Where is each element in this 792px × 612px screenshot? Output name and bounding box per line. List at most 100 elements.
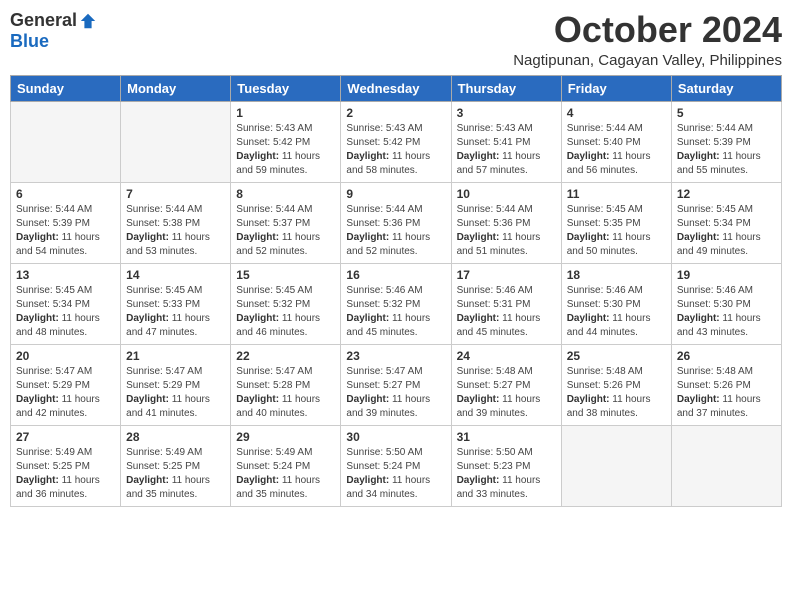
calendar-cell: 5Sunrise: 5:44 AMSunset: 5:39 PMDaylight…: [671, 101, 781, 182]
sunrise-text: Sunrise: 5:44 AM: [16, 203, 115, 217]
logo-general: General: [10, 10, 77, 31]
daylight-text: Daylight: 11 hours and 53 minutes.: [126, 231, 225, 259]
day-number: 20: [16, 349, 115, 363]
day-number: 16: [346, 268, 445, 282]
sunrise-text: Sunrise: 5:44 AM: [346, 203, 445, 217]
sunset-text: Sunset: 5:26 PM: [567, 379, 666, 393]
day-number: 14: [126, 268, 225, 282]
daylight-text: Daylight: 11 hours and 34 minutes.: [346, 474, 445, 502]
calendar-cell: 11Sunrise: 5:45 AMSunset: 5:35 PMDayligh…: [561, 182, 671, 263]
calendar-cell: 22Sunrise: 5:47 AMSunset: 5:28 PMDayligh…: [231, 344, 341, 425]
calendar-cell: 2 Sunrise: 5:43 AMSunset: 5:42 PMDaylight…: [341, 101, 451, 182]
sunset-text: Sunset: 5:39 PM: [677, 136, 776, 150]
calendar-cell: 31Sunrise: 5:50 AMSunset: 5:23 PMDayligh…: [451, 425, 561, 506]
calendar-cell: 19Sunrise: 5:46 AMSunset: 5:30 PMDayligh…: [671, 263, 781, 344]
calendar-cell: 10 Sunrise: 5:44 AMSunset: 5:36 PMDayligh…: [451, 182, 561, 263]
calendar-cell: 29Sunrise: 5:49 AMSunset: 5:24 PMDayligh…: [231, 425, 341, 506]
daylight-text: Daylight: 11 hours and 48 minutes.: [16, 312, 115, 340]
day-number: 13: [16, 268, 115, 282]
daylight-text: Daylight: 11 hours and 43 minutes.: [677, 312, 776, 340]
daylight-text: Daylight: 11 hours and 57 minutes.: [457, 150, 556, 178]
day-number: 8: [236, 187, 335, 201]
logo-blue: Blue: [10, 31, 49, 51]
sunset-text: Sunset: 5:26 PM: [677, 379, 776, 393]
sunset-text: Sunset: 5:24 PM: [346, 460, 445, 474]
calendar-cell: 17 Sunrise: 5:46 AMSunset: 5:31 PMDayligh…: [451, 263, 561, 344]
cell-info: Sunrise: 5:47 AMSunset: 5:29 PMDaylight:…: [126, 365, 225, 421]
day-number: 2: [346, 106, 445, 120]
sunrise-text: Sunrise: 5:49 AM: [16, 446, 115, 460]
day-number: 21: [126, 349, 225, 363]
calendar-cell: 21 Sunrise: 5:47 AMSunset: 5:29 PMDayligh…: [121, 344, 231, 425]
day-number: 15: [236, 268, 335, 282]
sunrise-text: Sunrise: 5:50 AM: [346, 446, 445, 460]
daylight-text: Daylight: 11 hours and 49 minutes.: [677, 231, 776, 259]
daylight-text: Daylight: 11 hours and 40 minutes.: [236, 393, 335, 421]
daylight-text: Daylight: 11 hours and 52 minutes.: [236, 231, 335, 259]
sunrise-text: Sunrise: 5:44 AM: [236, 203, 335, 217]
daylight-text: Daylight: 11 hours and 54 minutes.: [16, 231, 115, 259]
cell-info: Sunrise: 5:46 AMSunset: 5:30 PMDaylight:…: [677, 284, 776, 340]
header-thursday: Thursday: [451, 75, 561, 101]
day-number: 6: [16, 187, 115, 201]
daylight-text: Daylight: 11 hours and 55 minutes.: [677, 150, 776, 178]
sunset-text: Sunset: 5:27 PM: [346, 379, 445, 393]
sunset-text: Sunset: 5:42 PM: [236, 136, 335, 150]
sunset-text: Sunset: 5:25 PM: [16, 460, 115, 474]
cell-info: Sunrise: 5:44 AMSunset: 5:38 PMDaylight:…: [126, 203, 225, 259]
calendar-cell: 28Sunrise: 5:49 AMSunset: 5:25 PMDayligh…: [121, 425, 231, 506]
sunrise-text: Sunrise: 5:47 AM: [16, 365, 115, 379]
sunrise-text: Sunrise: 5:44 AM: [457, 203, 556, 217]
cell-info: Sunrise: 5:47 AMSunset: 5:27 PMDaylight:…: [346, 365, 445, 421]
sunset-text: Sunset: 5:25 PM: [126, 460, 225, 474]
sunrise-text: Sunrise: 5:45 AM: [677, 203, 776, 217]
sunset-text: Sunset: 5:28 PM: [236, 379, 335, 393]
sunset-text: Sunset: 5:30 PM: [677, 298, 776, 312]
sunrise-text: Sunrise: 5:49 AM: [236, 446, 335, 460]
day-number: 26: [677, 349, 776, 363]
sunset-text: Sunset: 5:23 PM: [457, 460, 556, 474]
daylight-text: Daylight: 11 hours and 52 minutes.: [346, 231, 445, 259]
cell-info: Sunrise: 5:49 AMSunset: 5:25 PMDaylight:…: [126, 446, 225, 502]
daylight-text: Daylight: 11 hours and 59 minutes.: [236, 150, 335, 178]
header-sunday: Sunday: [11, 75, 121, 101]
calendar-cell: 1Sunrise: 5:43 AMSunset: 5:42 PMDaylight…: [231, 101, 341, 182]
calendar-cell: 3Sunrise: 5:43 AMSunset: 5:41 PMDaylight…: [451, 101, 561, 182]
cell-info: Sunrise: 5:46 AMSunset: 5:31 PMDaylight:…: [457, 284, 556, 340]
day-number: 4: [567, 106, 666, 120]
daylight-text: Daylight: 11 hours and 44 minutes.: [567, 312, 666, 340]
sunrise-text: Sunrise: 5:46 AM: [677, 284, 776, 298]
calendar-cell: 7 Sunrise: 5:44 AMSunset: 5:38 PMDaylight…: [121, 182, 231, 263]
day-number: 10: [457, 187, 556, 201]
logo-icon: [79, 12, 97, 30]
day-number: 18: [567, 268, 666, 282]
day-number: 7: [126, 187, 225, 201]
sunrise-text: Sunrise: 5:48 AM: [457, 365, 556, 379]
sunrise-text: Sunrise: 5:47 AM: [236, 365, 335, 379]
calendar-cell: 25Sunrise: 5:48 AMSunset: 5:26 PMDayligh…: [561, 344, 671, 425]
daylight-text: Daylight: 11 hours and 45 minutes.: [346, 312, 445, 340]
calendar-cell: [561, 425, 671, 506]
sunrise-text: Sunrise: 5:46 AM: [346, 284, 445, 298]
logo: General Blue: [10, 10, 97, 52]
day-number: 25: [567, 349, 666, 363]
header-wednesday: Wednesday: [341, 75, 451, 101]
sunrise-text: Sunrise: 5:47 AM: [126, 365, 225, 379]
daylight-text: Daylight: 11 hours and 36 minutes.: [16, 474, 115, 502]
cell-info: Sunrise: 5:44 AMSunset: 5:36 PMDaylight:…: [457, 203, 556, 259]
sunrise-text: Sunrise: 5:48 AM: [567, 365, 666, 379]
cell-info: Sunrise: 5:45 AMSunset: 5:32 PMDaylight:…: [236, 284, 335, 340]
cell-info: Sunrise: 5:47 AMSunset: 5:28 PMDaylight:…: [236, 365, 335, 421]
sunset-text: Sunset: 5:33 PM: [126, 298, 225, 312]
day-number: 17: [457, 268, 556, 282]
sunset-text: Sunset: 5:29 PM: [16, 379, 115, 393]
calendar-cell: [671, 425, 781, 506]
header-friday: Friday: [561, 75, 671, 101]
daylight-text: Daylight: 11 hours and 42 minutes.: [16, 393, 115, 421]
sunset-text: Sunset: 5:24 PM: [236, 460, 335, 474]
calendar-cell: 18Sunrise: 5:46 AMSunset: 5:30 PMDayligh…: [561, 263, 671, 344]
daylight-text: Daylight: 11 hours and 47 minutes.: [126, 312, 225, 340]
daylight-text: Daylight: 11 hours and 37 minutes.: [677, 393, 776, 421]
header-saturday: Saturday: [671, 75, 781, 101]
cell-info: Sunrise: 5:43 AMSunset: 5:42 PMDaylight:…: [346, 122, 445, 178]
